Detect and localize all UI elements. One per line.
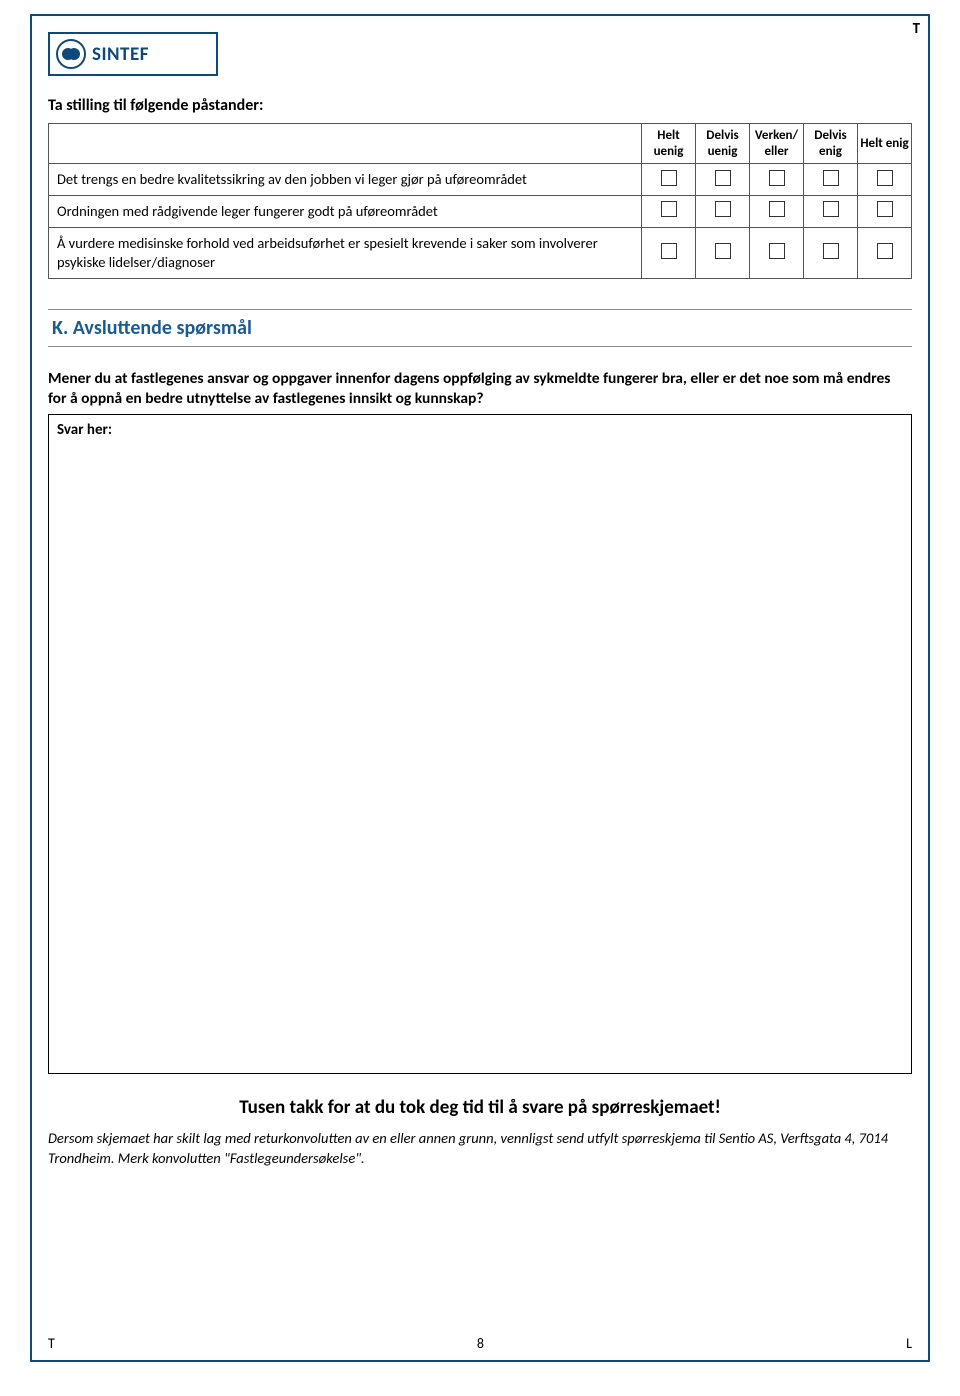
checkbox[interactable] — [823, 243, 839, 259]
page-content: Ta stilling til følgende påstander: Helt… — [48, 96, 912, 1336]
statement-cell: Ordningen med rådgivende leger fungerer … — [49, 196, 642, 228]
table-row: Ordningen med rådgivende leger fungerer … — [49, 196, 912, 228]
col-header: Delvis uenig — [696, 124, 750, 164]
checkbox[interactable] — [877, 243, 893, 259]
sintef-logo-text: SINTEF — [92, 43, 149, 66]
checkbox[interactable] — [823, 201, 839, 217]
checkbox[interactable] — [715, 201, 731, 217]
open-question: Mener du at fastlegenes ansvar og oppgav… — [48, 369, 912, 411]
closing-note: Dersom skjemaet har skilt lag med returk… — [48, 1129, 912, 1168]
likert-table: Helt uenig Delvis uenig Verken/ eller De… — [48, 123, 912, 279]
checkbox[interactable] — [769, 201, 785, 217]
statement-cell: Det trengs en bedre kvalitetssikring av … — [49, 164, 642, 196]
checkbox[interactable] — [715, 243, 731, 259]
answer-textarea[interactable]: Svar her: — [48, 414, 912, 1074]
thank-you: Tusen takk for at du tok deg tid til å s… — [48, 1096, 912, 1119]
col-header: Verken/ eller — [750, 124, 804, 164]
checkbox[interactable] — [769, 243, 785, 259]
answer-label: Svar her: — [57, 421, 903, 439]
checkbox[interactable] — [877, 170, 893, 186]
section-k-header: K. Avsluttende spørsmål — [48, 309, 912, 347]
sintef-logo-icon — [56, 39, 86, 69]
section-k-title: K. Avsluttende spørsmål — [52, 316, 252, 340]
page-footer: T 8 L — [48, 1335, 912, 1352]
checkbox[interactable] — [661, 201, 677, 217]
checkbox[interactable] — [661, 170, 677, 186]
stub-header — [49, 124, 642, 164]
checkbox[interactable] — [715, 170, 731, 186]
col-header: Helt uenig — [642, 124, 696, 164]
statement-cell: Å vurdere medisinske forhold ved arbeids… — [49, 227, 642, 278]
checkbox[interactable] — [769, 170, 785, 186]
checkbox[interactable] — [877, 201, 893, 217]
checkbox[interactable] — [823, 170, 839, 186]
checkbox[interactable] — [661, 243, 677, 259]
col-header: Helt enig — [858, 124, 912, 164]
sintef-logo: SINTEF — [48, 32, 218, 76]
col-header: Delvis enig — [804, 124, 858, 164]
footer-right: L — [906, 1335, 912, 1352]
matrix-instruction: Ta stilling til følgende påstander: — [48, 96, 912, 115]
footer-page-number: 8 — [477, 1335, 484, 1352]
table-row: Det trengs en bedre kvalitetssikring av … — [49, 164, 912, 196]
corner-marker-top: T — [913, 20, 920, 38]
footer-left: T — [48, 1335, 55, 1352]
table-row: Å vurdere medisinske forhold ved arbeids… — [49, 227, 912, 278]
